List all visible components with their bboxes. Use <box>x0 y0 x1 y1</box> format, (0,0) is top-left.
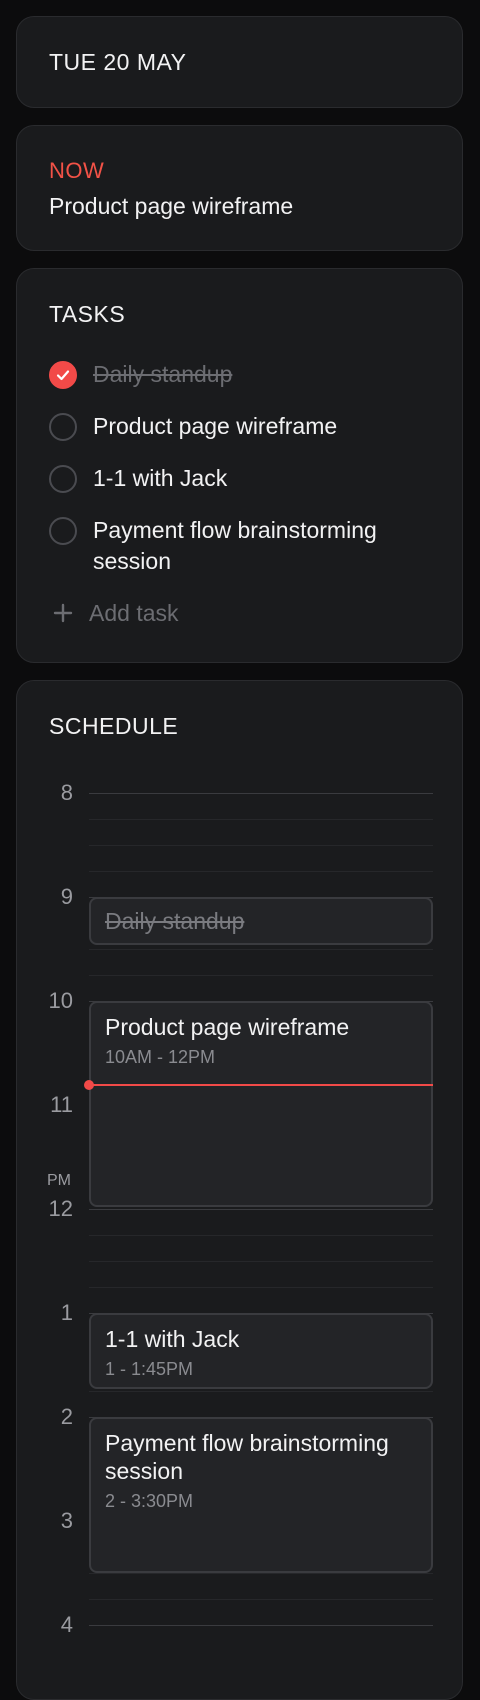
hour-line <box>89 1209 433 1210</box>
task-label: Payment flow brainstorming session <box>93 517 377 574</box>
quarter-line <box>89 1573 433 1574</box>
quarter-line <box>89 1287 433 1288</box>
task-checkbox[interactable] <box>49 465 77 493</box>
quarter-line <box>89 871 433 872</box>
now-card[interactable]: NOW Product page wireframe <box>16 125 463 251</box>
add-task-label: Add task <box>89 599 179 626</box>
now-title: Product page wireframe <box>49 193 294 219</box>
quarter-line <box>89 845 433 846</box>
task-item[interactable]: Product page wireframe <box>49 413 393 442</box>
event-title: Daily standup <box>105 908 245 934</box>
event-title: 1-1 with Jack <box>105 1326 240 1352</box>
hour-label: 10 <box>48 988 73 1013</box>
quarter-line <box>89 975 433 976</box>
hour-label: 2 <box>60 1404 73 1429</box>
quarter-line <box>89 1599 433 1600</box>
date-card: TUE 20 MAY <box>16 16 463 108</box>
event-time: 10AM - 12PM <box>105 1047 216 1067</box>
quarter-line <box>89 949 433 950</box>
schedule-title: SCHEDULE <box>49 713 179 739</box>
task-item[interactable]: Daily standup <box>49 361 393 390</box>
hour-label: 12 <box>48 1196 73 1221</box>
event-title: Payment flow brainstorming session <box>105 1430 389 1484</box>
tasks-card: TASKS Daily standup Product page wirefra… <box>16 268 463 663</box>
task-checkbox[interactable] <box>49 413 77 441</box>
task-checkbox[interactable] <box>49 517 77 545</box>
task-item[interactable]: Payment flow brainstorming session <box>49 517 393 577</box>
event-time: 2 - 3:30PM <box>105 1491 194 1511</box>
event-1-1-with-jack[interactable]: 1-1 with Jack 1 - 1:45PM <box>89 1313 433 1389</box>
hour-label: 11 <box>50 1092 73 1117</box>
hour-label: 8 <box>60 780 73 805</box>
hour-line <box>89 793 433 794</box>
quarter-line <box>89 1391 433 1392</box>
pm-label: PM <box>47 1172 71 1189</box>
hour-label: 4 <box>60 1612 73 1637</box>
quarter-line <box>89 1261 433 1262</box>
event-product-page-wireframe[interactable]: Product page wireframe 10AM - 12PM <box>89 1001 433 1207</box>
add-task-button[interactable]: Add task <box>49 599 179 627</box>
task-label: Daily standup <box>93 361 233 387</box>
task-label: 1-1 with Jack <box>93 465 228 491</box>
current-time-line <box>89 1084 433 1086</box>
hour-label: 9 <box>60 884 73 909</box>
task-checkbox-checked[interactable] <box>49 361 77 389</box>
plus-icon <box>49 599 77 627</box>
hour-line <box>89 1625 433 1626</box>
hour-label: 3 <box>60 1508 73 1533</box>
event-daily-standup[interactable]: Daily standup <box>89 897 433 945</box>
task-item[interactable]: 1-1 with Jack <box>49 465 393 494</box>
event-time: 1 - 1:45PM <box>105 1359 194 1379</box>
task-label: Product page wireframe <box>93 413 338 439</box>
hour-label: 1 <box>60 1300 73 1325</box>
date-label: TUE 20 MAY <box>49 49 187 75</box>
schedule-card: SCHEDULE 8 9 10 11 12 1 2 3 4 PM Daily standup Pr… <box>16 680 463 1700</box>
now-label: NOW <box>49 158 105 183</box>
quarter-line <box>89 819 433 820</box>
quarter-line <box>89 1235 433 1236</box>
event-payment-flow-brainstorming[interactable]: Payment flow brainstorming session 2 - 3… <box>89 1417 433 1573</box>
event-title: Product page wireframe <box>105 1014 350 1040</box>
tasks-title: TASKS <box>49 301 126 327</box>
checkmark-icon <box>56 370 70 381</box>
current-time-dot <box>84 1080 94 1090</box>
